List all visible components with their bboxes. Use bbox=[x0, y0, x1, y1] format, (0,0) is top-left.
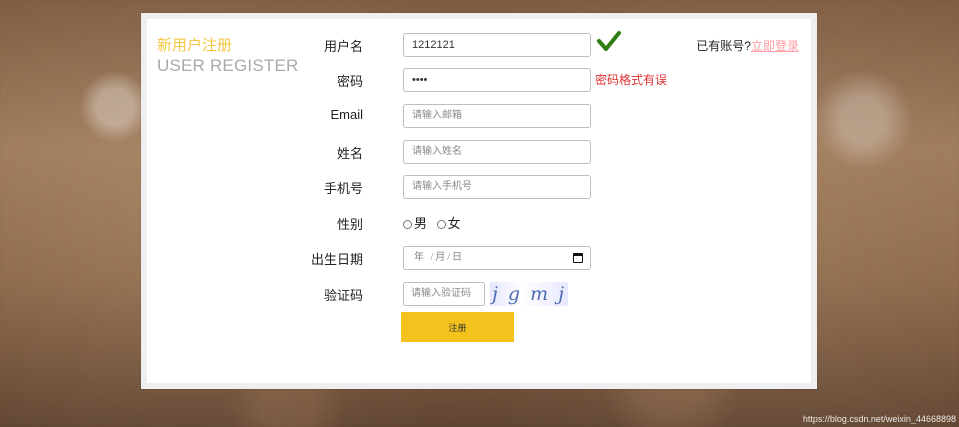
register-panel: 新用户注册 USER REGISTER 用户名 1212121 密码 •••• … bbox=[141, 13, 817, 389]
captcha-image[interactable]: j g m j bbox=[490, 282, 568, 306]
birth-date-field[interactable]: 年 /月/日 bbox=[403, 246, 591, 270]
name-row: 姓名 请输入姓名 bbox=[307, 140, 727, 164]
username-row: 用户名 1212121 bbox=[307, 31, 727, 57]
captcha-row: 验证码 请输入验证码 j g m j bbox=[307, 282, 727, 306]
heading-zh: 新用户注册 bbox=[157, 37, 233, 54]
gender-female-label: 女 bbox=[447, 216, 461, 231]
password-row: 密码 •••• 密码格式有误 bbox=[307, 68, 727, 92]
male-radio-icon[interactable] bbox=[403, 220, 412, 229]
calendar-icon[interactable] bbox=[573, 253, 583, 263]
name-field[interactable]: 请输入姓名 bbox=[403, 140, 591, 164]
gender-male-option[interactable]: 男 bbox=[403, 216, 431, 231]
birth-date-placeholder: 年 /月/日 bbox=[414, 252, 465, 263]
password-error: 密码格式有误 bbox=[595, 73, 668, 87]
login-prefix: 已有账号? bbox=[696, 39, 751, 53]
captcha-label: 验证码 bbox=[323, 288, 363, 303]
email-field[interactable]: 请输入邮箱 bbox=[403, 104, 591, 128]
gender-female-option[interactable]: 女 bbox=[436, 216, 461, 231]
username-label: 用户名 bbox=[323, 39, 363, 54]
female-radio-icon[interactable] bbox=[436, 220, 446, 229]
login-prompt: 已有账号?立即登录 bbox=[696, 37, 799, 54]
email-label: Email bbox=[330, 107, 363, 122]
register-button[interactable]: 注册 bbox=[401, 312, 514, 342]
gender-label: 性别 bbox=[336, 217, 363, 232]
captcha-field[interactable]: 请输入验证码 bbox=[403, 282, 485, 306]
birth-row: 出生日期 年 /月/日 bbox=[307, 246, 727, 270]
phone-label: 手机号 bbox=[323, 181, 363, 196]
username-field[interactable]: 1212121 bbox=[403, 33, 591, 57]
password-label: 密码 bbox=[336, 74, 363, 89]
birth-label: 出生日期 bbox=[310, 252, 363, 267]
email-row: Email 请输入邮箱 bbox=[307, 104, 727, 128]
phone-row: 手机号 请输入手机号 bbox=[307, 175, 727, 199]
checkmark-icon bbox=[597, 31, 621, 51]
gender-radio-group: 男 女 bbox=[403, 213, 467, 232]
login-link[interactable]: 立即登录 bbox=[751, 39, 799, 53]
heading-en: USER REGISTER bbox=[157, 56, 299, 75]
phone-field[interactable]: 请输入手机号 bbox=[403, 175, 591, 199]
gender-male-label: 男 bbox=[414, 216, 428, 231]
password-field[interactable]: •••• bbox=[403, 68, 591, 92]
name-label: 姓名 bbox=[336, 146, 363, 161]
watermark: https://blog.csdn.net/weixin_44668898 bbox=[802, 414, 956, 424]
gender-row: 性别 男 女 bbox=[307, 211, 727, 235]
